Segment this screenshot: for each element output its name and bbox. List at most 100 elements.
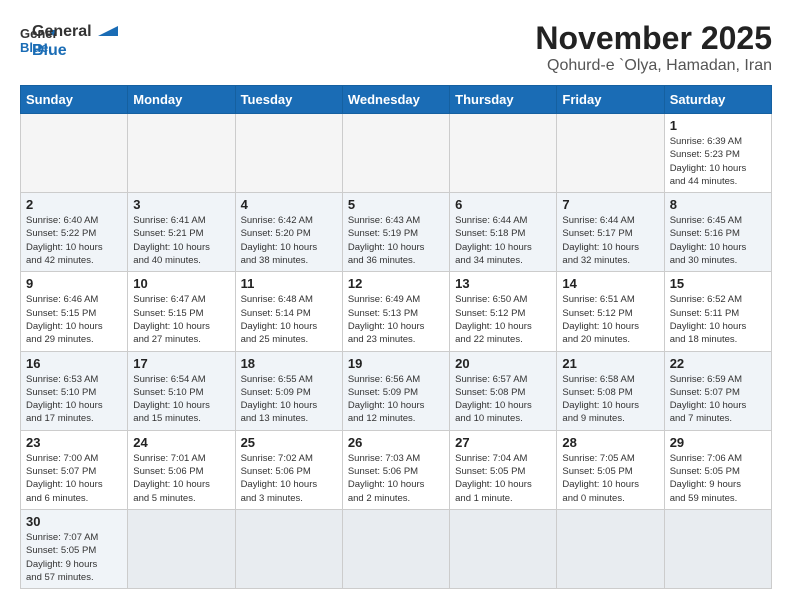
weekday-monday: Monday bbox=[128, 86, 235, 114]
week-row-1: 1Sunrise: 6:39 AM Sunset: 5:23 PM Daylig… bbox=[21, 114, 772, 193]
day-number: 17 bbox=[133, 356, 229, 371]
day-info: Sunrise: 7:02 AM Sunset: 5:06 PM Dayligh… bbox=[241, 452, 337, 505]
week-row-6: 30 Sunrise: 7:07 AM Sunset: 5:05 PM Dayli… bbox=[21, 509, 772, 588]
calendar-cell bbox=[557, 509, 664, 588]
day-info: Sunrise: 6:44 AM Sunset: 5:18 PM Dayligh… bbox=[455, 214, 551, 267]
day-number: 21 bbox=[562, 356, 658, 371]
logo-triangle-icon bbox=[98, 26, 118, 46]
logo-general-text: General bbox=[32, 22, 92, 41]
calendar-cell: 16Sunrise: 6:53 AM Sunset: 5:10 PM Dayli… bbox=[21, 351, 128, 430]
week-row-4: 16Sunrise: 6:53 AM Sunset: 5:10 PM Dayli… bbox=[21, 351, 772, 430]
day-info: Sunrise: 6:51 AM Sunset: 5:12 PM Dayligh… bbox=[562, 293, 658, 346]
day-number: 7 bbox=[562, 197, 658, 212]
calendar-cell: 4Sunrise: 6:42 AM Sunset: 5:20 PM Daylig… bbox=[235, 193, 342, 272]
weekday-thursday: Thursday bbox=[450, 86, 557, 114]
calendar-cell: 11 Sunrise: 6:48 AM Sunset: 5:14 PM Dayli… bbox=[235, 272, 342, 351]
day-info: Sunrise: 6:43 AM Sunset: 5:19 PM Dayligh… bbox=[348, 214, 444, 267]
day-info: Sunrise: 6:42 AM Sunset: 5:20 PM Dayligh… bbox=[241, 214, 337, 267]
title-block: November 2025 Qohurd-e `Olya, Hamadan, I… bbox=[535, 20, 772, 75]
calendar-cell: 15 Sunrise: 6:52 AM Sunset: 5:11 PM Dayli… bbox=[664, 272, 771, 351]
day-info: Sunrise: 7:05 AM Sunset: 5:05 PM Dayligh… bbox=[562, 452, 658, 505]
calendar-cell: 22 Sunrise: 6:59 AM Sunset: 5:07 PM Dayli… bbox=[664, 351, 771, 430]
day-info: Sunrise: 6:54 AM Sunset: 5:10 PM Dayligh… bbox=[133, 373, 229, 426]
calendar-cell bbox=[235, 114, 342, 193]
calendar-cell: 2Sunrise: 6:40 AM Sunset: 5:22 PM Daylig… bbox=[21, 193, 128, 272]
day-number: 23 bbox=[26, 435, 122, 450]
calendar-cell: 13 Sunrise: 6:50 AM Sunset: 5:12 PM Dayli… bbox=[450, 272, 557, 351]
day-number: 22 bbox=[670, 356, 766, 371]
weekday-friday: Friday bbox=[557, 86, 664, 114]
calendar-cell bbox=[21, 114, 128, 193]
day-info: Sunrise: 6:50 AM Sunset: 5:12 PM Dayligh… bbox=[455, 293, 551, 346]
day-number: 27 bbox=[455, 435, 551, 450]
calendar-cell bbox=[128, 509, 235, 588]
week-row-5: 23 Sunrise: 7:00 AM Sunset: 5:07 PM Dayli… bbox=[21, 430, 772, 509]
weekday-wednesday: Wednesday bbox=[342, 86, 449, 114]
day-number: 28 bbox=[562, 435, 658, 450]
week-row-2: 2Sunrise: 6:40 AM Sunset: 5:22 PM Daylig… bbox=[21, 193, 772, 272]
calendar-cell bbox=[557, 114, 664, 193]
day-number: 25 bbox=[241, 435, 337, 450]
day-number: 11 bbox=[241, 276, 337, 291]
calendar-cell: 5 Sunrise: 6:43 AM Sunset: 5:19 PM Daylig… bbox=[342, 193, 449, 272]
calendar-cell: 19 Sunrise: 6:56 AM Sunset: 5:09 PM Dayli… bbox=[342, 351, 449, 430]
calendar-cell: 7Sunrise: 6:44 AM Sunset: 5:17 PM Daylig… bbox=[557, 193, 664, 272]
calendar-cell: 9 Sunrise: 6:46 AM Sunset: 5:15 PM Daylig… bbox=[21, 272, 128, 351]
logo-blue-text: Blue bbox=[32, 41, 92, 60]
calendar-cell bbox=[128, 114, 235, 193]
day-info: Sunrise: 6:57 AM Sunset: 5:08 PM Dayligh… bbox=[455, 373, 551, 426]
day-number: 9 bbox=[26, 276, 122, 291]
day-info: Sunrise: 6:47 AM Sunset: 5:15 PM Dayligh… bbox=[133, 293, 229, 346]
calendar-cell: 21 Sunrise: 6:58 AM Sunset: 5:08 PM Dayli… bbox=[557, 351, 664, 430]
day-number: 30 bbox=[26, 514, 122, 529]
calendar-cell: 27 Sunrise: 7:04 AM Sunset: 5:05 PM Dayli… bbox=[450, 430, 557, 509]
day-number: 13 bbox=[455, 276, 551, 291]
day-info: Sunrise: 7:00 AM Sunset: 5:07 PM Dayligh… bbox=[26, 452, 122, 505]
day-number: 18 bbox=[241, 356, 337, 371]
calendar-cell: 20Sunrise: 6:57 AM Sunset: 5:08 PM Dayli… bbox=[450, 351, 557, 430]
day-info: Sunrise: 6:58 AM Sunset: 5:08 PM Dayligh… bbox=[562, 373, 658, 426]
day-info: Sunrise: 7:07 AM Sunset: 5:05 PM Dayligh… bbox=[26, 531, 122, 584]
calendar-cell bbox=[450, 114, 557, 193]
day-number: 2 bbox=[26, 197, 122, 212]
day-number: 8 bbox=[670, 197, 766, 212]
weekday-header-row: SundayMondayTuesdayWednesdayThursdayFrid… bbox=[21, 86, 772, 114]
calendar-cell: 29Sunrise: 7:06 AM Sunset: 5:05 PM Dayli… bbox=[664, 430, 771, 509]
day-info: Sunrise: 6:52 AM Sunset: 5:11 PM Dayligh… bbox=[670, 293, 766, 346]
day-info: Sunrise: 6:56 AM Sunset: 5:09 PM Dayligh… bbox=[348, 373, 444, 426]
calendar-cell: 25 Sunrise: 7:02 AM Sunset: 5:06 PM Dayli… bbox=[235, 430, 342, 509]
day-info: Sunrise: 7:04 AM Sunset: 5:05 PM Dayligh… bbox=[455, 452, 551, 505]
calendar-cell: 12Sunrise: 6:49 AM Sunset: 5:13 PM Dayli… bbox=[342, 272, 449, 351]
calendar-cell: 8 Sunrise: 6:45 AM Sunset: 5:16 PM Daylig… bbox=[664, 193, 771, 272]
calendar-cell: 3Sunrise: 6:41 AM Sunset: 5:21 PM Daylig… bbox=[128, 193, 235, 272]
day-number: 3 bbox=[133, 197, 229, 212]
day-info: Sunrise: 6:45 AM Sunset: 5:16 PM Dayligh… bbox=[670, 214, 766, 267]
week-row-3: 9 Sunrise: 6:46 AM Sunset: 5:15 PM Daylig… bbox=[21, 272, 772, 351]
day-number: 15 bbox=[670, 276, 766, 291]
calendar-cell: 14Sunrise: 6:51 AM Sunset: 5:12 PM Dayli… bbox=[557, 272, 664, 351]
day-info: Sunrise: 6:55 AM Sunset: 5:09 PM Dayligh… bbox=[241, 373, 337, 426]
logo: General Blue General Blue bbox=[20, 20, 118, 60]
day-number: 19 bbox=[348, 356, 444, 371]
weekday-sunday: Sunday bbox=[21, 86, 128, 114]
page-title: November 2025 bbox=[535, 20, 772, 57]
day-number: 5 bbox=[348, 197, 444, 212]
calendar-cell: 18 Sunrise: 6:55 AM Sunset: 5:09 PM Dayli… bbox=[235, 351, 342, 430]
day-info: Sunrise: 6:46 AM Sunset: 5:15 PM Dayligh… bbox=[26, 293, 122, 346]
calendar-cell bbox=[342, 114, 449, 193]
day-info: Sunrise: 6:59 AM Sunset: 5:07 PM Dayligh… bbox=[670, 373, 766, 426]
page-header: General Blue General Blue November 2025 … bbox=[20, 20, 772, 75]
calendar-cell: 24 Sunrise: 7:01 AM Sunset: 5:06 PM Dayli… bbox=[128, 430, 235, 509]
day-number: 1 bbox=[670, 118, 766, 133]
day-number: 12 bbox=[348, 276, 444, 291]
calendar-cell: 17 Sunrise: 6:54 AM Sunset: 5:10 PM Dayli… bbox=[128, 351, 235, 430]
calendar-cell bbox=[450, 509, 557, 588]
calendar-cell: 26Sunrise: 7:03 AM Sunset: 5:06 PM Dayli… bbox=[342, 430, 449, 509]
day-number: 24 bbox=[133, 435, 229, 450]
calendar-cell: 23 Sunrise: 7:00 AM Sunset: 5:07 PM Dayli… bbox=[21, 430, 128, 509]
weekday-saturday: Saturday bbox=[664, 86, 771, 114]
day-number: 6 bbox=[455, 197, 551, 212]
calendar-cell: 1Sunrise: 6:39 AM Sunset: 5:23 PM Daylig… bbox=[664, 114, 771, 193]
day-info: Sunrise: 7:01 AM Sunset: 5:06 PM Dayligh… bbox=[133, 452, 229, 505]
day-info: Sunrise: 6:48 AM Sunset: 5:14 PM Dayligh… bbox=[241, 293, 337, 346]
